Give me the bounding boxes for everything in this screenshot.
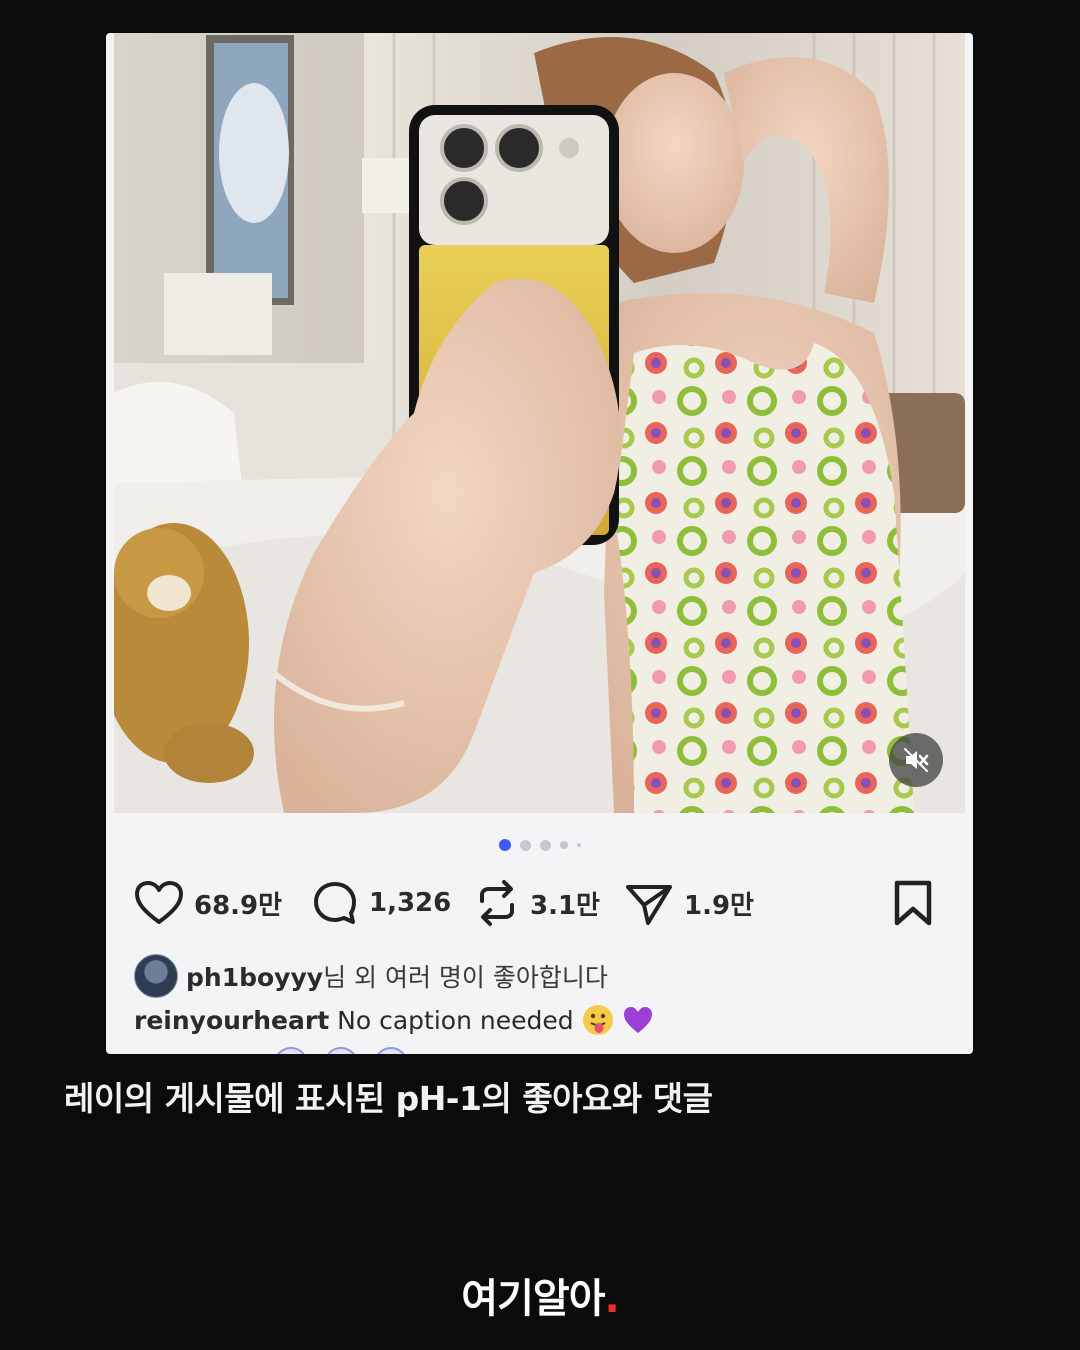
liked-by-line[interactable]: ph1boyyy님 외 여러 명이 좋아합니다 xyxy=(134,954,608,998)
comment-icon xyxy=(314,882,356,924)
heart-icon xyxy=(135,881,183,924)
share-count: 1.9만 xyxy=(684,890,754,921)
purple-heart-emoji xyxy=(623,1007,652,1033)
share-button[interactable]: 1.9만 xyxy=(624,876,754,930)
caption-line: reinyourheart No caption needed xyxy=(134,999,654,1041)
carousel-dot xyxy=(539,839,551,851)
like-count: 68.9만 xyxy=(194,890,283,921)
carousel-dot xyxy=(498,839,511,851)
tongue-face-emoji xyxy=(582,1005,613,1035)
repost-count: 3.1만 xyxy=(530,890,600,921)
photo-scene-illustration xyxy=(114,33,965,813)
like-button[interactable]: 68.9만 xyxy=(134,876,282,930)
comment-avatars-peek xyxy=(274,1047,408,1054)
repost-button[interactable]: 3.1만 xyxy=(474,876,600,930)
avatar xyxy=(374,1047,408,1054)
caption-text: No caption needed xyxy=(337,1005,574,1035)
brand-logo: 여기알아. xyxy=(0,1266,1080,1324)
page: 68.9만 1,326 3.1만 1.9만 ph1boyyy님 외 여러 명이 … xyxy=(0,0,1080,1350)
caption-username[interactable]: reinyourheart xyxy=(134,1006,329,1035)
instagram-post-card: 68.9만 1,326 3.1만 1.9만 ph1boyyy님 외 여러 명이 … xyxy=(106,33,973,1054)
carousel-indicator xyxy=(106,839,973,851)
comment-count: 1,326 xyxy=(369,888,452,918)
post-action-bar: 68.9만 1,326 3.1만 1.9만 xyxy=(106,876,973,930)
comment-button[interactable]: 1,326 xyxy=(311,876,451,930)
carousel-dot xyxy=(519,839,531,851)
liked-by-suffix: 님 외 여러 명이 좋아합니다 xyxy=(323,963,608,992)
share-icon xyxy=(626,885,672,925)
avatar xyxy=(274,1047,308,1054)
mute-icon xyxy=(904,748,929,772)
carousel-dot xyxy=(559,841,568,849)
bookmark-icon xyxy=(894,880,932,926)
mute-button[interactable] xyxy=(889,733,943,787)
bookmark-button[interactable] xyxy=(892,876,934,930)
avatar xyxy=(324,1047,358,1054)
repost-icon xyxy=(480,880,514,926)
post-photo[interactable] xyxy=(114,33,965,813)
avatar[interactable] xyxy=(134,954,178,998)
brand-name: 여기알아 xyxy=(461,1276,605,1322)
liked-by-username[interactable]: ph1boyyy xyxy=(186,963,323,992)
image-description: 레이의 게시물에 표시된 pH-1의 좋아요와 댓글 xyxy=(64,1079,713,1118)
brand-dot: . xyxy=(604,1276,620,1322)
carousel-dot xyxy=(576,843,581,847)
